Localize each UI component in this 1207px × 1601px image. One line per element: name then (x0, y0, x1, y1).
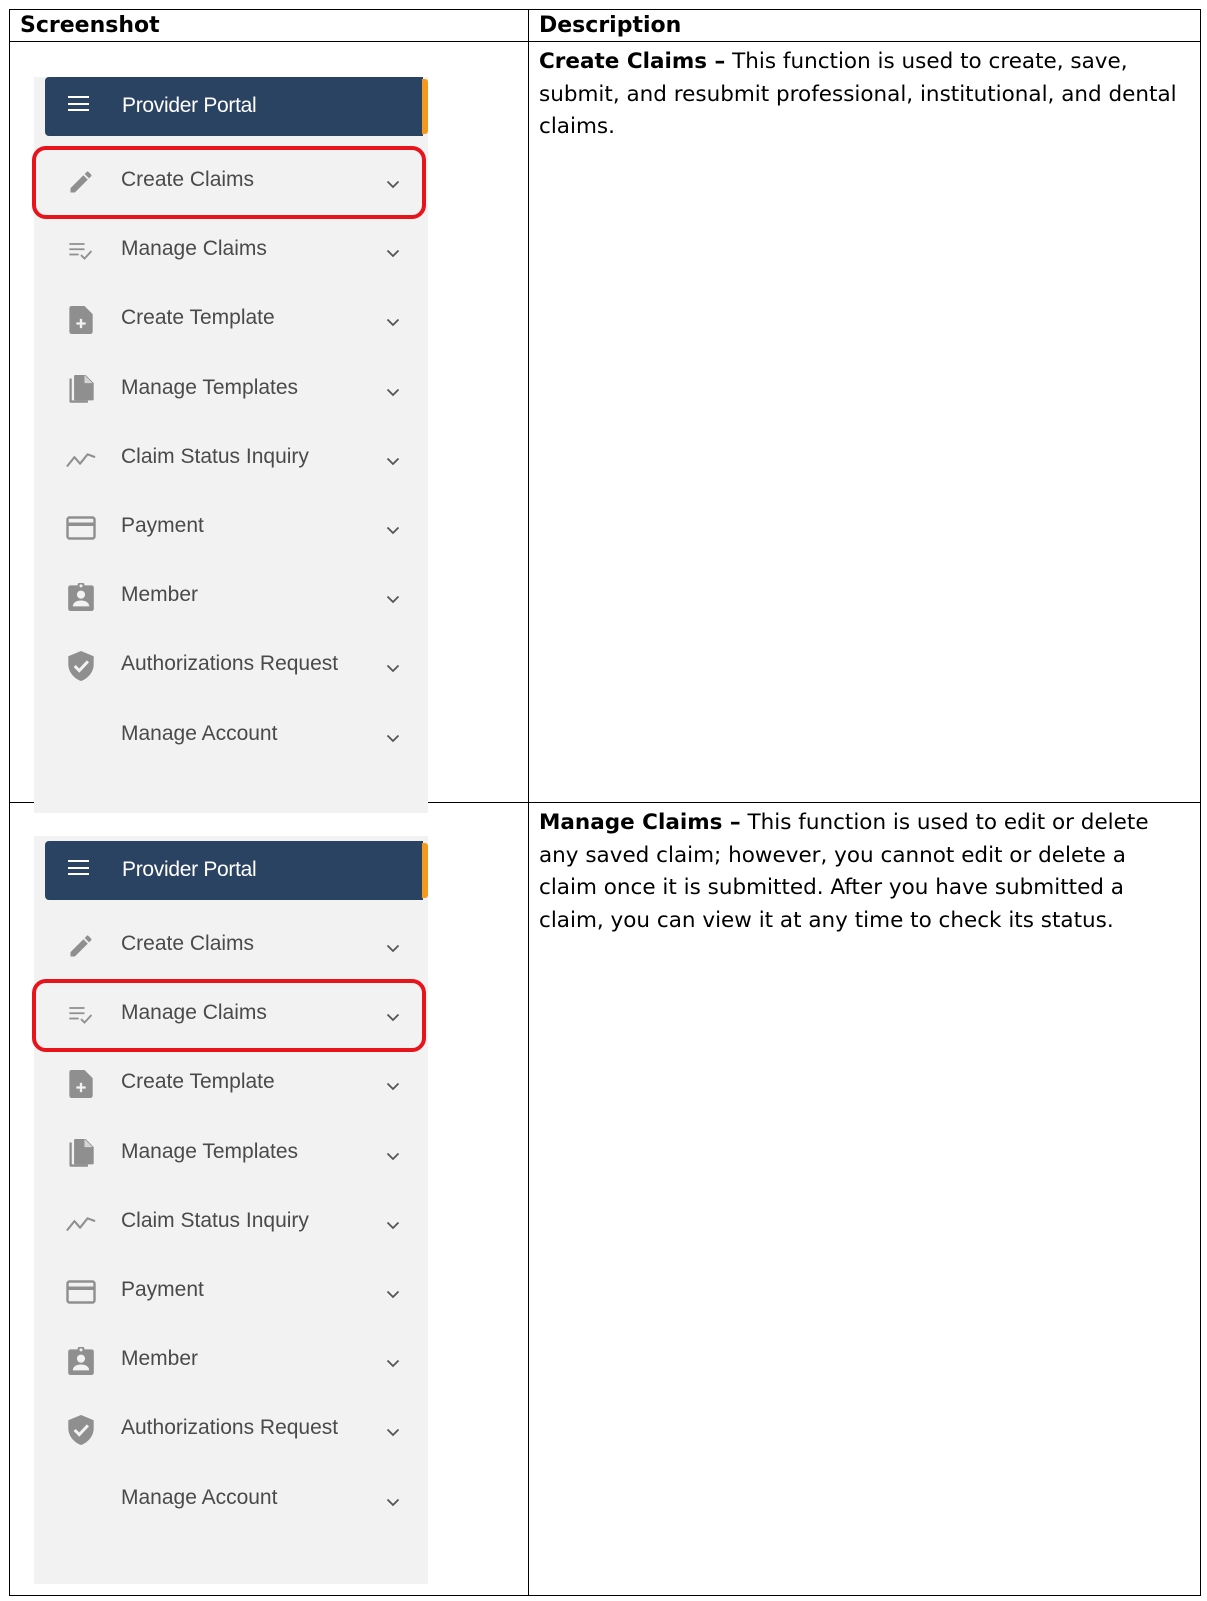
portal-title: Provider Portal (122, 94, 257, 117)
id-badge-icon (66, 1346, 96, 1376)
chevron-down-icon[interactable] (386, 1424, 400, 1442)
pencil-icon (66, 167, 96, 197)
provider-portal-header[interactable]: Provider Portal (45, 841, 428, 900)
sidebar-item-manage-claims[interactable]: Manage Claims (34, 221, 428, 281)
file-plus-icon (66, 305, 96, 335)
description-cell: Create Claims – This function is used to… (528, 41, 1201, 803)
sidebar-item-authorizations-request[interactable]: Authorizations Request (34, 1400, 428, 1460)
sidebar-item-label: Authorizations Request (121, 1416, 339, 1440)
sidebar-item-label: Manage Claims (121, 237, 267, 261)
chevron-down-icon[interactable] (386, 1355, 400, 1373)
chevron-down-icon[interactable] (386, 1078, 400, 1096)
sidebar-item-member[interactable]: Member (34, 567, 428, 627)
sidebar-item-authorizations-request[interactable]: Authorizations Request (34, 636, 428, 696)
header-screenshot: Screenshot (9, 9, 529, 42)
chevron-down-icon[interactable] (386, 591, 400, 609)
screenshot-cell: Provider Portal Create Claims Manage Clai… (9, 802, 529, 1596)
sidebar-item-label: Manage Templates (121, 1139, 299, 1163)
chevron-down-icon[interactable] (386, 314, 400, 332)
sidebar-item-manage-account[interactable]: Manage Account (34, 706, 428, 766)
list-check-icon (66, 236, 96, 266)
list-check-icon (66, 1000, 96, 1030)
sidebar-item-label: Member (121, 1347, 199, 1371)
sidebar-item-label: Payment (121, 1278, 204, 1301)
description-title: Create Claims – (539, 49, 726, 74)
trend-line-icon (66, 444, 96, 474)
sidebar-item-claim-status-inquiry[interactable]: Claim Status Inquiry (34, 1193, 428, 1253)
file-plus-icon (66, 1069, 96, 1099)
description-cell: Manage Claims – This function is used to… (528, 802, 1201, 1596)
sidebar-panel: Provider Portal Create Claims Manage Clai… (34, 77, 428, 813)
table-header-row: Screenshot Description (9, 9, 1201, 42)
sidebar-item-create-template[interactable]: Create Template (34, 290, 428, 350)
files-icon (66, 374, 96, 405)
empty-icon-slot (66, 721, 96, 751)
shield-check-icon (66, 651, 96, 682)
chevron-down-icon[interactable] (386, 453, 400, 471)
document-table: Screenshot Description Provider Portal C… (9, 9, 1201, 1596)
shield-check-icon (66, 1415, 96, 1446)
sidebar-item-label: Create Claims (121, 932, 255, 955)
chevron-down-icon[interactable] (386, 1286, 400, 1304)
sidebar-item-label: Authorizations Request (121, 652, 339, 676)
chevron-down-icon[interactable] (386, 176, 400, 194)
hamburger-menu-icon[interactable] (68, 96, 89, 111)
sidebar-item-label: Manage Claims (121, 1001, 267, 1025)
active-accent (422, 79, 428, 134)
sidebar-item-label: Create Claims (121, 168, 255, 191)
trend-line-icon (66, 1208, 96, 1238)
sidebar-item-label: Manage Templates (121, 375, 299, 399)
sidebar-item-label: Manage Account (121, 721, 278, 745)
sidebar-item-payment[interactable]: Payment (34, 498, 428, 558)
sidebar-item-manage-account[interactable]: Manage Account (34, 1470, 428, 1530)
description-text: Manage Claims – This function is used to… (539, 807, 1190, 937)
credit-card-icon (66, 1277, 96, 1307)
sidebar-item-create-template[interactable]: Create Template (34, 1054, 428, 1114)
table-row: Provider Portal Create Claims Manage Clai… (9, 41, 1201, 813)
chevron-down-icon[interactable] (386, 730, 400, 748)
provider-portal-header[interactable]: Provider Portal (45, 77, 428, 136)
description-text: Create Claims – This function is used to… (539, 46, 1190, 144)
chevron-down-icon[interactable] (386, 1217, 400, 1235)
sidebar-item-label: Create Template (121, 1070, 275, 1094)
chevron-down-icon[interactable] (386, 1494, 400, 1512)
screenshot-cell: Provider Portal Create Claims Manage Clai… (9, 41, 529, 813)
chevron-down-icon[interactable] (386, 660, 400, 678)
sidebar-item-label: Manage Account (121, 1485, 278, 1509)
sidebar-item-create-claims[interactable]: Create Claims (34, 152, 428, 212)
sidebar-item-payment[interactable]: Payment (34, 1262, 428, 1322)
header-description: Description (528, 9, 1201, 42)
hamburger-menu-icon[interactable] (68, 860, 89, 875)
sidebar-panel: Provider Portal Create Claims Manage Clai… (34, 836, 428, 1584)
chevron-down-icon[interactable] (386, 1009, 400, 1027)
pencil-icon (66, 931, 96, 961)
sidebar-item-label: Claim Status Inquiry (121, 444, 309, 468)
description-title: Manage Claims – (539, 810, 741, 835)
chevron-down-icon[interactable] (386, 940, 400, 958)
chevron-down-icon[interactable] (386, 522, 400, 540)
sidebar-item-label: Payment (121, 514, 204, 537)
chevron-down-icon[interactable] (386, 384, 400, 402)
active-accent (422, 843, 428, 898)
chevron-down-icon[interactable] (386, 245, 400, 263)
sidebar-item-member[interactable]: Member (34, 1331, 428, 1391)
portal-title: Provider Portal (122, 858, 257, 881)
sidebar-item-claim-status-inquiry[interactable]: Claim Status Inquiry (34, 429, 428, 489)
sidebar-item-label: Claim Status Inquiry (121, 1208, 309, 1232)
empty-icon-slot (66, 1485, 96, 1515)
sidebar-item-manage-claims[interactable]: Manage Claims (34, 985, 428, 1045)
table-row: Provider Portal Create Claims Manage Clai… (9, 802, 1201, 1596)
credit-card-icon (66, 513, 96, 543)
sidebar-item-manage-templates[interactable]: Manage Templates (34, 360, 428, 420)
sidebar-item-label: Member (121, 583, 199, 607)
sidebar-item-manage-templates[interactable]: Manage Templates (34, 1124, 428, 1184)
chevron-down-icon[interactable] (386, 1148, 400, 1166)
sidebar-item-create-claims[interactable]: Create Claims (34, 916, 428, 976)
sidebar-item-label: Create Template (121, 306, 275, 330)
files-icon (66, 1138, 96, 1169)
id-badge-icon (66, 582, 96, 612)
